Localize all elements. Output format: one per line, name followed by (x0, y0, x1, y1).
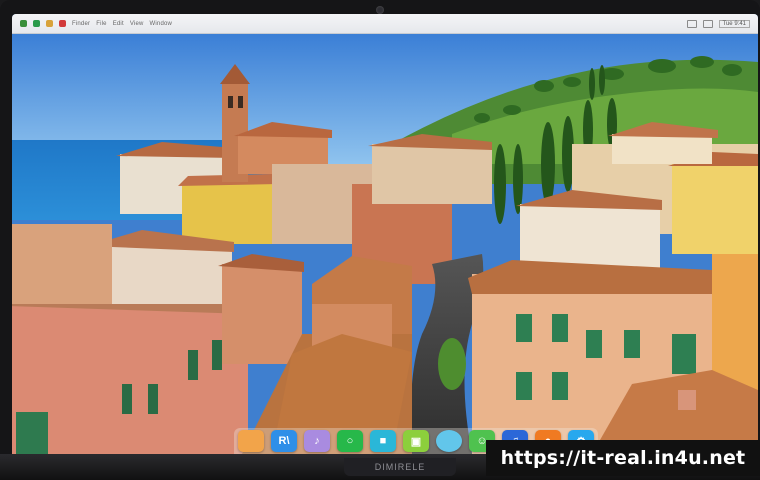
url-watermark: https://it-real.in4u.net (486, 440, 760, 476)
cloud-app-icon[interactable] (436, 430, 462, 452)
wifi-icon[interactable] (686, 19, 697, 28)
voice-app-icon[interactable]: ♪ (304, 430, 330, 452)
battery-icon[interactable] (702, 19, 713, 28)
notes-app-icon[interactable]: R\ (271, 430, 297, 452)
menu-window[interactable]: Window (150, 21, 173, 27)
messages-app-icon[interactable]: ○ (337, 430, 363, 452)
webcam-icon (376, 6, 384, 14)
desktop-wallpaper (12, 34, 758, 454)
screen: Finder File Edit View Window Tue 9:41 R\… (12, 14, 758, 454)
app-icon[interactable] (33, 20, 40, 27)
files-app-icon[interactable]: ■ (370, 430, 396, 452)
menu-file[interactable]: File (96, 21, 106, 27)
menu-clock[interactable]: Tue 9:41 (718, 19, 750, 28)
laptop-brand-label: DIMIRELE (374, 462, 426, 472)
finder-app-icon[interactable] (238, 430, 264, 452)
menu-bar: Finder File Edit View Window Tue 9:41 (12, 14, 758, 34)
photos-app-icon[interactable]: ▣ (403, 430, 429, 452)
app-icon-3[interactable] (59, 20, 66, 27)
watermark-url-text: https://it-real.in4u.net (500, 447, 746, 469)
menu-edit[interactable]: Edit (113, 21, 124, 27)
apple-menu-icon[interactable] (20, 20, 27, 27)
app-icon-2[interactable] (46, 20, 53, 27)
menu-finder[interactable]: Finder (72, 21, 90, 27)
menu-view[interactable]: View (130, 21, 144, 27)
